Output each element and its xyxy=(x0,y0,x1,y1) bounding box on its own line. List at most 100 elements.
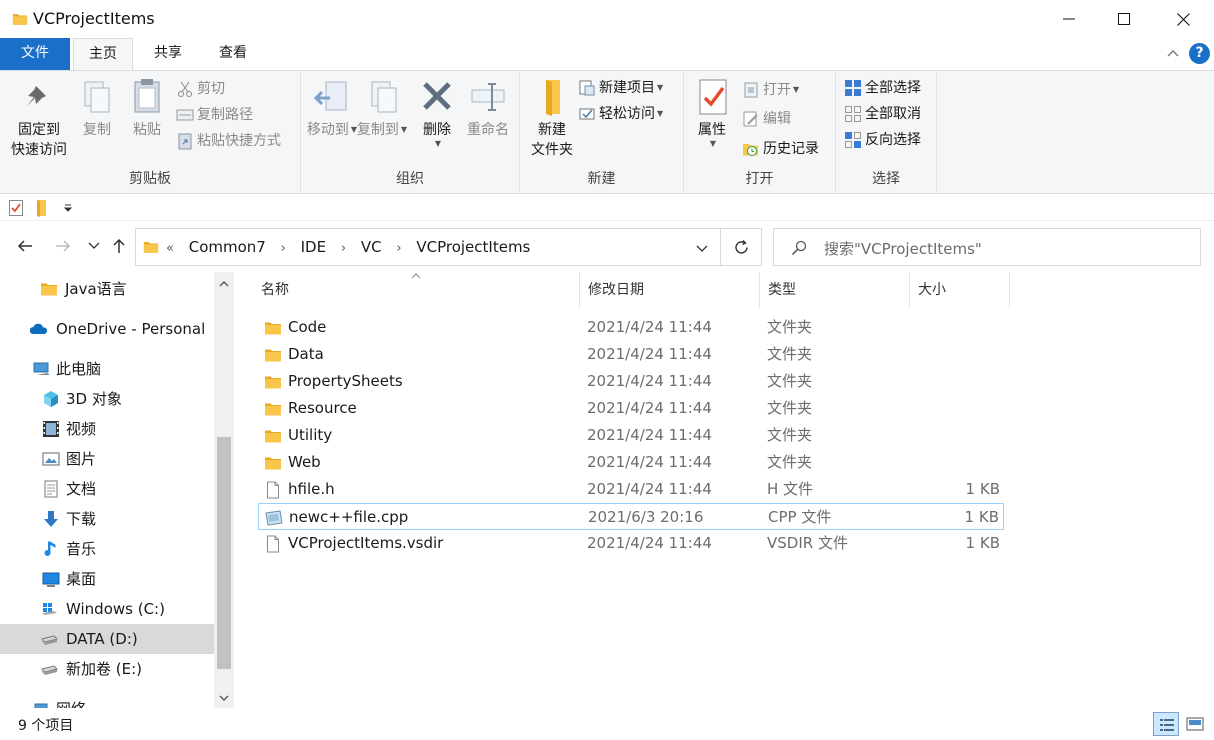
copy-path-label: 复制路径 xyxy=(197,107,253,123)
column-header-name[interactable]: 名称 xyxy=(253,272,580,308)
select-all-button[interactable]: 全部选择 xyxy=(844,76,921,100)
sidebar-item-desktop[interactable]: 桌面 xyxy=(0,564,214,594)
sidebar-item-3d-objects[interactable]: 3D 对象 xyxy=(0,384,214,414)
scroll-up-icon[interactable] xyxy=(219,280,229,288)
copy-button[interactable]: 复制 xyxy=(76,76,118,140)
sidebar-item-drive-d[interactable]: DATA (D:) xyxy=(0,624,214,654)
new-folder-button[interactable]: 新建 文件夹 xyxy=(524,76,580,160)
scroll-down-icon[interactable] xyxy=(219,694,229,702)
refresh-button[interactable] xyxy=(721,228,762,266)
sidebar-item-videos[interactable]: 视频 xyxy=(0,414,214,444)
properties-qat-icon[interactable] xyxy=(9,200,23,216)
file-name: hfile.h xyxy=(288,480,335,498)
sidebar-item-downloads[interactable]: 下载 xyxy=(0,504,214,534)
back-arrow-icon[interactable] xyxy=(16,237,34,255)
group-clipboard: 固定到 快速访问 复制 粘贴 剪切 复制路径 粘贴快捷方式 剪贴板 xyxy=(0,71,301,193)
breadcrumb-overflow[interactable]: « xyxy=(166,241,174,256)
recent-locations-icon[interactable] xyxy=(88,241,100,251)
sidebar-item-label: 桌面 xyxy=(66,570,97,588)
sidebar-item-label: 新加卷 (E:) xyxy=(66,660,143,678)
navigation-bar: « Common7 › IDE › VC › VCProjectItems 搜索… xyxy=(0,222,1214,272)
collapse-ribbon-icon[interactable] xyxy=(1166,46,1180,60)
desktop-icon xyxy=(42,572,60,587)
file-row[interactable]: VCProjectItems.vsdir 2021/4/24 11:44 VSD… xyxy=(258,530,1004,557)
column-header-date[interactable]: 修改日期 xyxy=(580,272,760,308)
file-row[interactable]: newc++file.cpp 2021/6/3 20:16 CPP 文件 1 K… xyxy=(258,503,1004,530)
cut-button[interactable]: 剪切 xyxy=(176,77,225,101)
file-row[interactable]: PropertySheets 2021/4/24 11:44 文件夹 xyxy=(258,368,1004,395)
breadcrumb-separator[interactable]: › xyxy=(281,241,286,256)
group-open: 属性 ▼ 打开 ▼ 编辑 历史记录 打开 xyxy=(684,71,836,193)
scrollbar-thumb[interactable] xyxy=(217,437,231,669)
breadcrumb-separator[interactable]: › xyxy=(396,241,401,256)
maximize-button[interactable] xyxy=(1097,0,1151,38)
sidebar-item-onedrive[interactable]: OneDrive - Personal xyxy=(0,314,214,344)
edit-button[interactable]: 编辑 xyxy=(742,107,791,131)
move-to-label: 移动到 xyxy=(306,122,349,138)
tab-home[interactable]: 主页 xyxy=(73,38,133,71)
open-icon xyxy=(744,82,758,98)
breadcrumb-separator[interactable]: › xyxy=(341,241,346,256)
up-arrow-icon[interactable] xyxy=(110,237,128,255)
sidebar-item-documents[interactable]: 文档 xyxy=(0,474,214,504)
close-button[interactable] xyxy=(1156,0,1210,38)
copy-icon xyxy=(84,81,110,113)
breadcrumb-ide[interactable]: IDE xyxy=(301,238,326,256)
sidebar-item-java[interactable]: Java语言 xyxy=(0,274,214,304)
history-button[interactable]: 历史记录 xyxy=(742,137,819,161)
file-row[interactable]: Code 2021/4/24 11:44 文件夹 xyxy=(258,314,1004,341)
details-view-button[interactable] xyxy=(1153,712,1179,736)
new-folder-label-1: 新建 xyxy=(538,122,566,138)
breadcrumb: « Common7 › IDE › VC › VCProjectItems xyxy=(166,238,540,256)
file-row[interactable]: Web 2021/4/24 11:44 文件夹 xyxy=(258,449,1004,476)
pin-quick-access-button[interactable]: 固定到 快速访问 xyxy=(6,76,72,160)
new-folder-label-2: 文件夹 xyxy=(531,142,573,158)
copy-to-button[interactable]: 复制到 ▼ xyxy=(355,76,409,140)
copy-path-button[interactable]: 复制路径 xyxy=(176,103,253,127)
new-folder-qat-icon[interactable] xyxy=(34,199,48,217)
breadcrumb-vc[interactable]: VC xyxy=(361,238,382,256)
delete-button[interactable]: 删除 ▼ xyxy=(417,76,457,148)
help-icon[interactable]: ? xyxy=(1189,43,1210,64)
sidebar-item-network[interactable]: 网络 xyxy=(0,694,214,708)
file-row[interactable]: Data 2021/4/24 11:44 文件夹 xyxy=(258,341,1004,368)
paste-shortcut-button[interactable]: 粘贴快捷方式 xyxy=(176,129,281,153)
tab-file[interactable]: 文件 xyxy=(0,38,70,70)
file-date: 2021/4/24 11:44 xyxy=(587,534,712,552)
large-icons-view-button[interactable] xyxy=(1182,712,1208,736)
paste-button[interactable]: 粘贴 xyxy=(126,76,168,140)
sidebar-item-drive-e[interactable]: 新加卷 (E:) xyxy=(0,654,214,684)
search-input[interactable]: 搜索"VCProjectItems" xyxy=(773,228,1201,266)
easy-access-button[interactable]: 轻松访问 ▼ xyxy=(578,102,663,126)
move-to-button[interactable]: 移动到 ▼ xyxy=(305,76,359,140)
file-date: 2021/4/24 11:44 xyxy=(587,345,712,363)
sidebar-scrollbar[interactable] xyxy=(214,272,234,708)
address-dropdown-icon[interactable] xyxy=(696,244,708,254)
rename-button[interactable]: 重命名 xyxy=(461,76,515,140)
open-button[interactable]: 打开 ▼ xyxy=(742,78,799,102)
breadcrumb-common7[interactable]: Common7 xyxy=(189,238,266,256)
column-header-type[interactable]: 类型 xyxy=(760,272,910,308)
tab-share[interactable]: 共享 xyxy=(138,38,198,70)
breadcrumb-vcprojectitems[interactable]: VCProjectItems xyxy=(416,238,530,256)
invert-selection-label: 反向选择 xyxy=(865,132,921,148)
select-none-button[interactable]: 全部取消 xyxy=(844,102,921,126)
paste-shortcut-label: 粘贴快捷方式 xyxy=(197,133,281,149)
tab-view[interactable]: 查看 xyxy=(203,38,263,70)
qat-dropdown-icon[interactable] xyxy=(63,204,73,212)
sidebar-item-this-pc[interactable]: 此电脑 xyxy=(0,354,214,384)
invert-selection-button[interactable]: 反向选择 xyxy=(844,128,921,152)
sidebar-item-music[interactable]: 音乐 xyxy=(0,534,214,564)
sidebar-item-label: 下载 xyxy=(66,510,97,528)
new-item-button[interactable]: 新建项目 ▼ xyxy=(578,76,663,100)
file-row[interactable]: Resource 2021/4/24 11:44 文件夹 xyxy=(258,395,1004,422)
address-bar[interactable]: « Common7 › IDE › VC › VCProjectItems xyxy=(135,228,721,266)
file-row[interactable]: Utility 2021/4/24 11:44 文件夹 xyxy=(258,422,1004,449)
sidebar-item-drive-c[interactable]: Windows (C:) xyxy=(0,594,214,624)
column-header-size[interactable]: 大小 xyxy=(910,272,1010,308)
sidebar-item-pictures[interactable]: 图片 xyxy=(0,444,214,474)
properties-button[interactable]: 属性 ▼ xyxy=(690,76,734,148)
file-row[interactable]: hfile.h 2021/4/24 11:44 H 文件 1 KB xyxy=(258,476,1004,503)
forward-arrow-icon[interactable] xyxy=(54,237,72,255)
minimize-button[interactable] xyxy=(1042,0,1096,38)
